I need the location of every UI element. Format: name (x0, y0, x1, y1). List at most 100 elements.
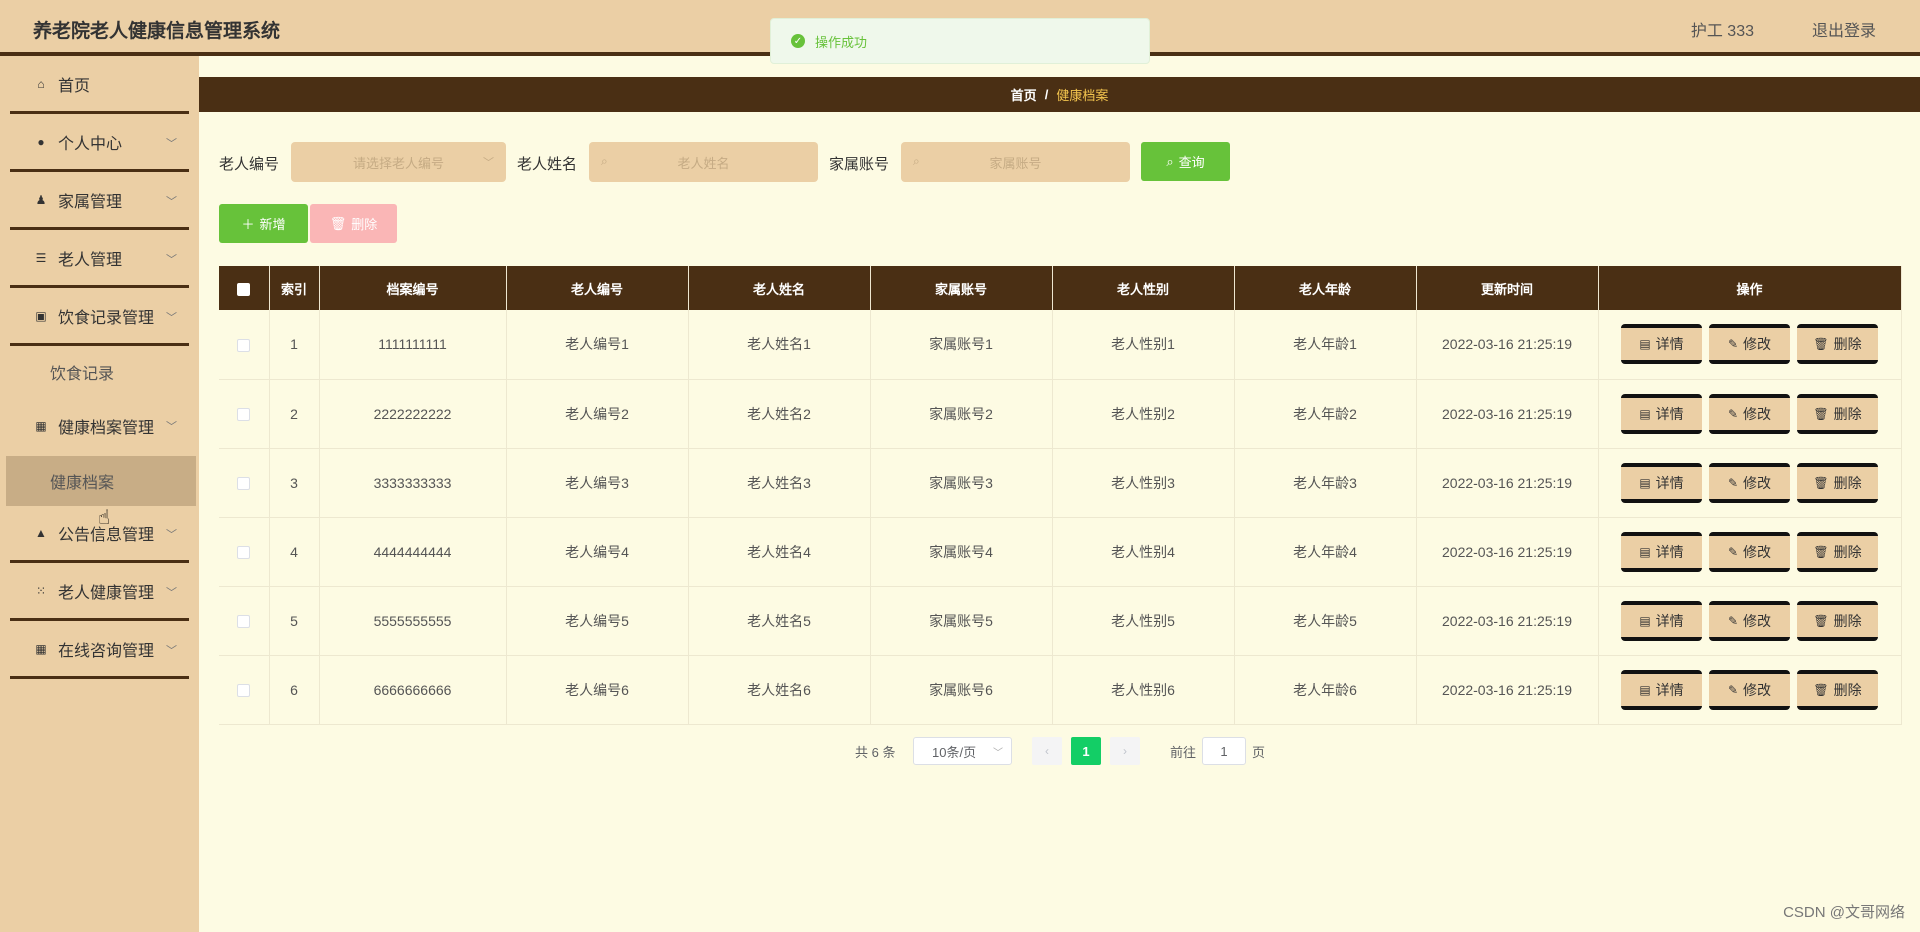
delete-button[interactable]: 🗑 删除 (1797, 462, 1878, 503)
sidebar-item-personal-center[interactable]: ● 个人中心 ﹀ (10, 114, 189, 172)
sidebar-item-diet-record-management[interactable]: ▣ 饮食记录管理 ﹀ (10, 288, 189, 346)
sidebar-item-elder-health-management[interactable]: ⁙ 老人健康管理 ﹀ (10, 563, 189, 621)
table-cell: 家属账号2 (870, 379, 1053, 449)
search-icon: ⌕ (601, 154, 608, 168)
sidebar: ⌂ 首页 ● 个人中心 ﹀ ♟ 家属管理 ﹀ ☰ 老人管理 ﹀ ▣ 饮食记录管理… (0, 56, 199, 932)
detail-button[interactable]: ▤ 详情 (1621, 600, 1702, 641)
goto-page-input[interactable]: 1 (1202, 737, 1246, 765)
table-cell: 家属账号6 (870, 655, 1053, 725)
edit-button[interactable]: ✎ 修改 (1709, 393, 1790, 434)
sidebar-item-health-file-management[interactable]: ▦ 健康档案管理 ﹀ (10, 397, 189, 455)
table-cell: 2022-03-16 21:25:19 (1416, 586, 1599, 656)
table-cell: 2 (269, 379, 320, 449)
sidebar-subitem-label: 饮食记录 (50, 366, 115, 383)
row-checkbox[interactable] (237, 477, 251, 491)
breadcrumb-home[interactable]: 首页 (1011, 85, 1037, 104)
sidebar-subitem-label: 健康档案 (50, 475, 115, 492)
grid-icon: ▦ (35, 641, 47, 656)
trash-icon: 🗑 (329, 215, 347, 231)
edit-button[interactable]: ✎ 修改 (1709, 462, 1790, 503)
sidebar-item-home[interactable]: ⌂ 首页 (10, 56, 189, 114)
delete-button-label: 删除 (1833, 474, 1862, 491)
row-checkbox[interactable] (237, 408, 251, 422)
batch-delete-button[interactable]: 🗑 删除 (310, 204, 397, 243)
elder-name-label: 老人姓名 (517, 156, 578, 173)
table-cell: 2022-03-16 21:25:19 (1416, 517, 1599, 587)
detail-button[interactable]: ▤ 详情 (1621, 531, 1702, 572)
elder-id-select[interactable]: 请选择老人编号 ﹀ (291, 142, 506, 182)
row-checkbox[interactable] (237, 339, 251, 353)
edit-button[interactable]: ✎ 修改 (1709, 669, 1790, 710)
table-row: 4 4444444444 老人编号4 老人姓名4 家属账号4 老人性别4 老人年龄4 2022… (219, 517, 1902, 587)
page-number-current[interactable]: 1 (1071, 737, 1101, 765)
sidebar-subitem-health-file[interactable]: 健康档案 (6, 456, 196, 506)
select-all-checkbox[interactable] (237, 282, 251, 296)
chevron-down-icon: ﹀ (166, 529, 177, 541)
table-cell: 老人姓名3 (688, 448, 871, 518)
logout-link[interactable]: 退出登录 (1812, 17, 1876, 41)
family-account-input[interactable]: ⌕ 家属账号 (901, 142, 1130, 182)
elder-name-input[interactable]: ⌕ 老人姓名 (589, 142, 818, 182)
detail-button[interactable]: ▤ 详情 (1621, 393, 1702, 434)
table-cell: 老人编号4 (506, 517, 689, 587)
edit-button[interactable]: ✎ 修改 (1709, 531, 1790, 572)
hand-cursor-icon: ☝ (98, 507, 111, 529)
delete-button[interactable]: 🗑 删除 (1797, 393, 1878, 434)
edit-button-label: 修改 (1743, 405, 1772, 422)
sidebar-subitem-diet-record[interactable]: 饮食记录 (6, 347, 196, 397)
query-button[interactable]: ⌕ 查询 (1141, 142, 1230, 181)
edit-button-label: 修改 (1743, 543, 1772, 560)
sidebar-item-family-management[interactable]: ♟ 家属管理 ﹀ (10, 172, 189, 230)
edit-button-label: 修改 (1743, 612, 1772, 629)
edit-button[interactable]: ✎ 修改 (1709, 324, 1790, 365)
document-icon: ▤ (1639, 475, 1651, 490)
pencil-icon: ✎ (1727, 613, 1739, 628)
table-row: 2 2222222222 老人编号2 老人姓名2 家属账号2 老人性别2 老人年龄2 2022… (219, 379, 1902, 449)
add-button[interactable]: ＋ 新增 (219, 204, 308, 243)
column-header: 老人姓名 (688, 266, 871, 310)
detail-button[interactable]: ▤ 详情 (1621, 462, 1702, 503)
row-checkbox[interactable] (237, 684, 251, 698)
detail-button-label: 详情 (1655, 681, 1684, 698)
detail-button-label: 详情 (1655, 543, 1684, 560)
delete-button[interactable]: 🗑 删除 (1797, 669, 1878, 710)
trash-icon: 🗑 (1813, 682, 1829, 697)
detail-button-label: 详情 (1655, 474, 1684, 491)
detail-button[interactable]: ▤ 详情 (1621, 669, 1702, 710)
pencil-icon: ✎ (1727, 544, 1739, 559)
grid-icon: ▦ (35, 419, 47, 433)
column-header: 老人年龄 (1234, 266, 1417, 310)
prev-page-button[interactable]: ‹ (1032, 737, 1062, 765)
toast-message: 操作成功 (815, 34, 868, 50)
sidebar-item-label: 老人管理 (58, 251, 123, 269)
table-cell: 6666666666 (319, 655, 507, 725)
pencil-icon: ✎ (1727, 475, 1739, 490)
add-button-label: 新增 (259, 217, 286, 232)
row-checkbox[interactable] (237, 615, 251, 629)
sidebar-item-label: 饮食记录管理 (58, 309, 155, 327)
sidebar-item-elder-management[interactable]: ☰ 老人管理 ﹀ (10, 230, 189, 288)
sidebar-item-online-consult-management[interactable]: ▦ 在线咨询管理 ﹀ (10, 621, 189, 679)
table-cell: 老人年龄4 (1234, 517, 1417, 587)
delete-button[interactable]: 🗑 删除 (1797, 531, 1878, 572)
batch-delete-label: 删除 (351, 217, 378, 232)
table-cell: 老人年龄1 (1234, 310, 1417, 380)
table-cell: 老人性别5 (1052, 586, 1235, 656)
next-page-button[interactable]: › (1110, 737, 1140, 765)
document-icon: ▤ (1639, 682, 1651, 697)
table-cell: 老人姓名4 (688, 517, 871, 587)
edit-button[interactable]: ✎ 修改 (1709, 600, 1790, 641)
delete-button[interactable]: 🗑 删除 (1797, 324, 1878, 365)
table-cell: 老人年龄3 (1234, 448, 1417, 518)
table-cell: 4 (269, 517, 320, 587)
page-size-select[interactable]: 10条/页 ﹀ (913, 737, 1012, 765)
table-cell: 老人年龄2 (1234, 379, 1417, 449)
delete-button[interactable]: 🗑 删除 (1797, 600, 1878, 641)
table-cell: 老人编号1 (506, 310, 689, 380)
row-actions-cell: ▤ 详情 ✎ 修改 🗑 删除 (1598, 379, 1902, 449)
detail-button[interactable]: ▤ 详情 (1621, 324, 1702, 365)
row-checkbox[interactable] (237, 546, 251, 560)
select-all-header[interactable] (219, 266, 270, 310)
table-cell: 老人姓名6 (688, 655, 871, 725)
main-content: 首页 / 健康档案 老人编号 请选择老人编号 ﹀ 老人姓名 ⌕ 老人姓名 家属账… (199, 56, 1920, 932)
